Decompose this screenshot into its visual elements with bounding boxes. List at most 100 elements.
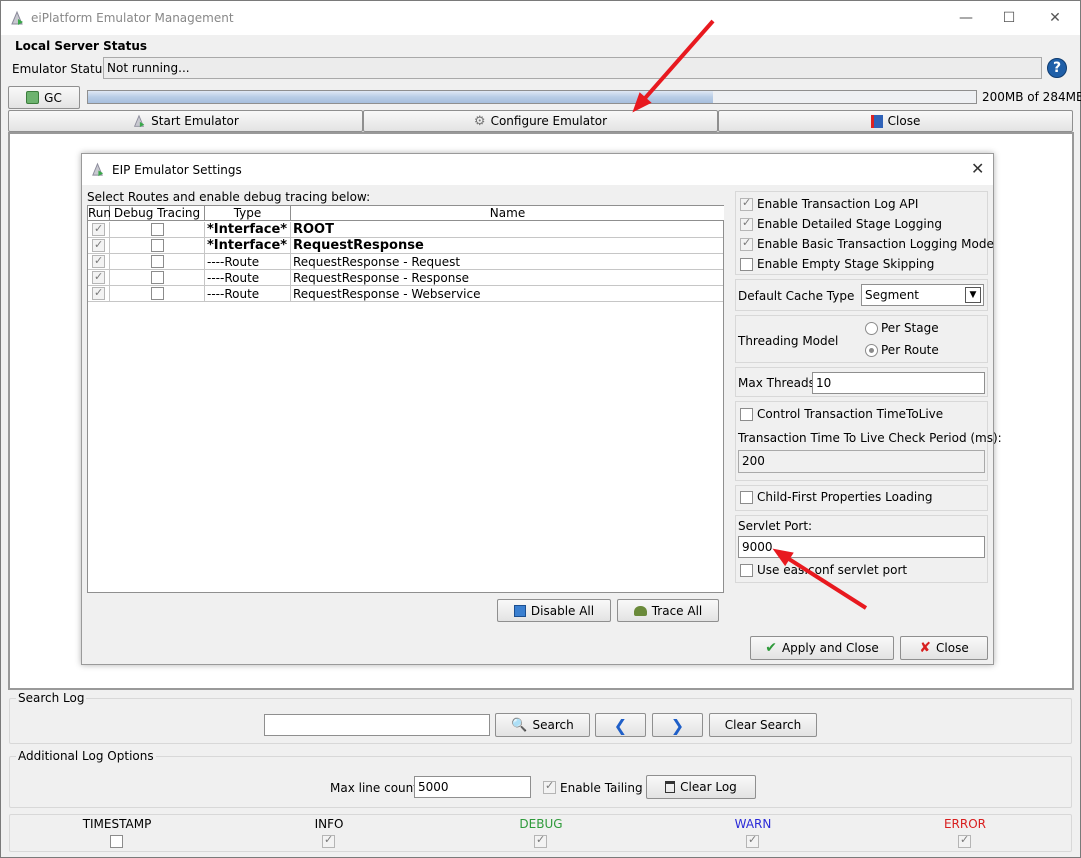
name-cell: RequestResponse - Response — [293, 271, 469, 285]
type-cell: ----Route — [205, 254, 291, 270]
run-checkbox[interactable] — [92, 238, 105, 253]
maximize-button[interactable]: ☐ — [994, 7, 1024, 29]
detailed-stage-logging-checkbox[interactable] — [740, 216, 753, 231]
dialog-title-bar[interactable]: EIP Emulator Settings ✕ — [82, 154, 993, 185]
basic-transaction-logging-checkbox[interactable] — [740, 236, 753, 251]
debug-tracing-checkbox[interactable] — [151, 271, 164, 284]
start-emulator-label: Start Emulator — [151, 114, 239, 128]
debug-tracing-checkbox[interactable] — [151, 255, 164, 268]
ttl-period-label: Transaction Time To Live Check Period (m… — [738, 431, 1002, 445]
run-cell — [88, 254, 110, 270]
control-ttl-checkbox[interactable] — [740, 408, 753, 421]
run-checkbox[interactable] — [92, 270, 105, 285]
column-header-type[interactable]: Type — [205, 206, 291, 221]
app-logo-icon — [11, 10, 23, 25]
settings-dialog: EIP Emulator Settings ✕ Select Routes an… — [81, 153, 1002, 665]
column-header-name[interactable]: Name — [291, 206, 724, 221]
gears-icon: ⚙ — [473, 113, 486, 129]
enable-tailing-checkbox[interactable] — [543, 779, 556, 794]
run-cell — [88, 238, 110, 254]
column-header-run[interactable]: Run — [88, 206, 111, 221]
name-cell: RequestResponse - Request — [293, 255, 461, 269]
memory-usage-text: 200MB of 284MB — [982, 90, 1081, 104]
ttl-period-input[interactable]: 200 — [738, 450, 985, 473]
debug-tracing-checkbox[interactable] — [151, 223, 164, 236]
next-result-button[interactable]: ❯ — [652, 713, 703, 737]
chevron-right-icon: ❯ — [670, 715, 685, 735]
transaction-log-api-checkbox[interactable] — [740, 196, 753, 211]
use-eas-conf-label: Use eas.conf servlet port — [757, 563, 908, 577]
cache-type-select[interactable]: Segment ▼ — [861, 284, 984, 306]
table-row[interactable]: *Interface*ROOT — [88, 222, 723, 238]
apply-and-close-label: Apply and Close — [781, 641, 879, 655]
close-window-button[interactable]: ✕ — [1040, 7, 1070, 29]
debug-tracing-checkbox[interactable] — [151, 239, 164, 252]
column-header-debug[interactable]: Debug Tracing — [110, 206, 205, 221]
enable-tailing-label: Enable Tailing — [560, 781, 643, 795]
level-checkbox-warn[interactable] — [746, 833, 759, 848]
search-input[interactable] — [264, 714, 490, 736]
apply-and-close-button[interactable]: ✔ Apply and Close — [750, 636, 894, 660]
dialog-title: EIP Emulator Settings — [112, 163, 242, 177]
clear-search-button[interactable]: Clear Search — [709, 713, 817, 737]
close-emulator-button[interactable]: Close — [718, 110, 1073, 132]
level-checkbox-info[interactable] — [322, 833, 335, 848]
trash-icon — [665, 781, 676, 793]
search-button[interactable]: 🔍 Search — [495, 713, 590, 737]
max-threads-input[interactable]: 10 — [812, 372, 985, 394]
run-checkbox[interactable] — [92, 286, 105, 301]
trace-all-button[interactable]: Trace All — [617, 599, 719, 622]
help-icon[interactable]: ? — [1047, 58, 1067, 78]
search-icon: 🔍 — [511, 717, 528, 733]
name-cell: RequestResponse — [293, 238, 424, 253]
detailed-stage-logging-label: Enable Detailed Stage Logging — [757, 217, 942, 231]
run-checkbox[interactable] — [92, 254, 105, 269]
additional-options-title: Additional Log Options — [16, 749, 156, 763]
checkmark-icon: ✔ — [765, 640, 777, 656]
configure-emulator-button[interactable]: ⚙ Configure Emulator — [363, 110, 718, 132]
configure-emulator-label: Configure Emulator — [490, 114, 608, 128]
dialog-close-button[interactable]: ✘ Close — [900, 636, 988, 660]
table-row[interactable]: ----RouteRequestResponse - Response — [88, 270, 723, 286]
level-label-debug: DEBUG — [519, 817, 563, 831]
previous-result-button[interactable]: ❮ — [595, 713, 646, 737]
clear-log-button[interactable]: Clear Log — [646, 775, 756, 799]
trace-all-label: Trace All — [651, 603, 703, 618]
level-checkbox-debug[interactable] — [534, 833, 547, 848]
per-route-radio[interactable] — [865, 344, 878, 357]
gc-button[interactable]: GC — [8, 86, 80, 109]
threading-model-label: Threading Model — [738, 334, 839, 348]
ttl-panel: Control Transaction TimeToLive Transacti… — [735, 401, 1002, 481]
search-label: Search — [532, 718, 574, 732]
max-line-count-input[interactable]: 5000 — [414, 776, 531, 798]
basic-transaction-logging-label: Enable Basic Transaction Logging Mode — [757, 237, 994, 251]
use-eas-conf-checkbox[interactable] — [740, 564, 753, 577]
disable-all-button[interactable]: Disable All — [497, 599, 611, 622]
table-row[interactable]: *Interface*RequestResponse — [88, 238, 723, 254]
child-first-panel: Child-First Properties Loading — [735, 485, 988, 511]
child-first-checkbox[interactable] — [740, 491, 753, 504]
debug-cell — [110, 238, 205, 254]
per-stage-radio[interactable] — [865, 322, 878, 335]
type-cell: ----Route — [205, 270, 291, 286]
run-checkbox[interactable] — [92, 222, 105, 237]
name-cell: RequestResponse - Webservice — [293, 287, 481, 301]
red-x-icon: ✘ — [919, 640, 932, 656]
debug-tracing-checkbox[interactable] — [151, 287, 164, 300]
dialog-close-icon[interactable]: ✕ — [971, 159, 984, 178]
level-checkbox-error[interactable] — [958, 833, 971, 848]
title-bar[interactable]: eiPlatform Emulator Management — ☐ ✕ — [1, 1, 1080, 35]
empty-stage-skipping-label: Enable Empty Stage Skipping — [757, 257, 935, 271]
table-row[interactable]: ----RouteRequestResponse - Request — [88, 254, 723, 270]
level-label-warn: WARN — [734, 817, 772, 831]
transaction-log-api-label: Enable Transaction Log API — [757, 197, 919, 211]
debug-cell — [110, 254, 205, 270]
empty-stage-skipping-checkbox[interactable] — [740, 258, 753, 271]
start-emulator-button[interactable]: Start Emulator — [8, 110, 363, 132]
instructions-text: Select Routes and enable debug tracing b… — [87, 190, 371, 204]
emulator-status-label: Emulator Status: — [12, 62, 113, 76]
level-checkbox-timestamp[interactable] — [110, 835, 123, 848]
table-row[interactable]: ----RouteRequestResponse - Webservice — [88, 286, 723, 302]
memory-progress-bar — [87, 90, 977, 104]
minimize-button[interactable]: — — [951, 7, 981, 29]
